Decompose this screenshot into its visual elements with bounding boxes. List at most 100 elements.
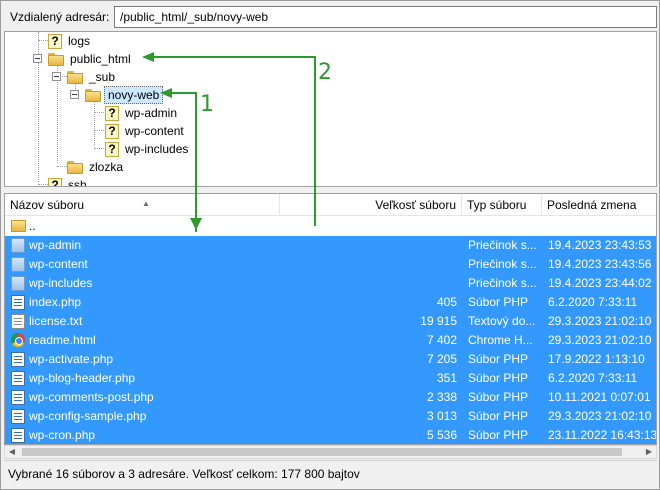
file-type: Priečinok s...	[468, 276, 536, 290]
collapse-toggle-sub[interactable]	[52, 72, 61, 81]
file-size	[283, 255, 457, 274]
tree-connector	[57, 166, 67, 167]
file-row[interactable]: wp-cron.php 5 536 Súbor PHP 23.11.2022 16:4…	[5, 426, 656, 444]
file-type: Priečinok s...	[468, 238, 536, 252]
tree-item-wp-content[interactable]: ? wp-content	[105, 122, 187, 140]
tree-item-novy-web[interactable]: novy-web	[85, 86, 164, 104]
file-row[interactable]: readme.html 7 402 Chrome H... 29.3.2023 21:…	[5, 331, 656, 350]
php-file-icon	[11, 295, 25, 310]
tree-item-logs[interactable]: ? logs	[48, 32, 93, 50]
tree-item-label: zlozka	[89, 160, 124, 174]
file-type: Súbor PHP	[468, 352, 529, 366]
file-name: wp-activate.php	[29, 352, 114, 366]
scrollbar-thumb[interactable]	[22, 448, 622, 456]
file-row[interactable]: license.txt 19 915 Textový do... 29.3.2023 …	[5, 312, 656, 331]
annotation-label-2: 2	[318, 60, 332, 85]
tree-item-public-html[interactable]: public_html	[48, 50, 134, 68]
file-size	[283, 274, 457, 293]
file-modified: 29.3.2023 21:02:10	[548, 409, 652, 423]
file-name: readme.html	[29, 333, 96, 347]
file-name: index.php	[29, 295, 82, 309]
column-header-name[interactable]: Názov súboru ▲	[5, 194, 280, 216]
parent-directory-row[interactable]: ..	[5, 217, 656, 236]
file-modified: 10.11.2021 0:07:01	[548, 390, 651, 404]
file-type: Súbor PHP	[468, 390, 529, 404]
tree-item-label: wp-content	[125, 124, 184, 138]
tree-item-zlozka[interactable]: zlozka	[67, 158, 126, 176]
php-file-icon	[11, 371, 25, 386]
php-file-icon	[11, 409, 25, 424]
tree-item-label: logs	[68, 34, 91, 48]
file-modified: 29.3.2023 21:02:10	[548, 314, 652, 328]
file-name: wp-comments-post.php	[29, 390, 154, 404]
file-type: Súbor PHP	[468, 371, 529, 385]
file-name: wp-admin	[29, 238, 82, 252]
tree-item-sub[interactable]: _sub	[67, 68, 118, 86]
file-modified: 19.4.2023 23:44:02	[548, 276, 652, 290]
folder-up-icon	[11, 220, 26, 232]
file-row[interactable]: wp-blog-header.php 351 Súbor PHP 6.2.2020 7…	[5, 369, 656, 388]
file-row[interactable]: index.php 405 Súbor PHP 6.2.2020 7:33:11	[5, 293, 656, 312]
scroll-right-icon[interactable]: ▶	[642, 446, 656, 458]
remote-file-list: Názov súboru ▲ Veľkosť súboru Typ súboru…	[4, 193, 657, 445]
php-file-icon	[11, 390, 25, 405]
folder-icon	[67, 160, 83, 174]
tree-item-wp-includes[interactable]: ? wp-includes	[105, 140, 191, 158]
file-row[interactable]: wp-content Priečinok s... 19.4.2023 23:43:…	[5, 255, 656, 274]
file-name: wp-blog-header.php	[29, 371, 136, 385]
scroll-left-icon[interactable]: ◀	[5, 446, 19, 458]
tree-connector	[94, 112, 104, 113]
sort-ascending-icon: ▲	[142, 199, 150, 208]
column-header-size[interactable]: Veľkosť súboru	[280, 194, 462, 216]
folder-icon	[85, 88, 101, 102]
tree-item-ssh[interactable]: ? ssh	[48, 176, 90, 186]
folder-icon	[11, 238, 25, 253]
tree-item-wp-admin[interactable]: ? wp-admin	[105, 104, 180, 122]
horizontal-scrollbar[interactable]: ◀ ▶	[4, 445, 657, 459]
collapse-toggle-public-html[interactable]	[33, 54, 42, 63]
file-row[interactable]: wp-comments-post.php 2 338 Súbor PHP 10.11.…	[5, 388, 656, 407]
tree-item-label: wp-includes	[125, 142, 189, 156]
column-header-type-label: Typ súboru	[467, 198, 527, 212]
file-type: Súbor PHP	[468, 428, 529, 442]
file-type: Priečinok s...	[468, 257, 536, 271]
file-size: 351	[436, 371, 457, 385]
file-row[interactable]: wp-includes Priečinok s... 19.4.2023 23:44…	[5, 274, 656, 293]
file-size: 5 536	[426, 428, 457, 442]
file-size: 3 013	[426, 409, 457, 423]
file-type: Chrome H...	[468, 333, 533, 347]
question-folder-icon: ?	[105, 105, 119, 121]
tree-item-label: wp-admin	[125, 106, 178, 120]
column-header-type[interactable]: Typ súboru	[462, 194, 542, 216]
tree-connector	[94, 130, 104, 131]
file-row[interactable]: wp-config-sample.php 3 013 Súbor PHP 29.3.2…	[5, 407, 656, 426]
annotation-label-1: 1	[200, 92, 214, 117]
remote-path-input[interactable]: /public_html/_sub/novy-web	[114, 6, 657, 28]
file-modified: 23.11.2022 16:43:13	[548, 428, 656, 442]
file-size: 405	[436, 295, 457, 309]
file-modified: 6.2.2020 7:33:11	[548, 371, 638, 385]
php-file-icon	[11, 428, 25, 443]
file-type: Súbor PHP	[468, 295, 529, 309]
tree-item-label: public_html	[70, 52, 131, 66]
file-type: Súbor PHP	[468, 409, 529, 423]
column-header-modified[interactable]: Posledná zmena	[542, 194, 656, 216]
folder-icon	[11, 257, 25, 272]
php-file-icon	[11, 352, 25, 367]
file-size: 19 915	[420, 314, 457, 328]
folder-icon	[11, 276, 25, 291]
file-size: 7 205	[426, 352, 457, 366]
chrome-icon	[11, 333, 25, 347]
status-bar: Vybrané 16 súborov a 3 adresáre. Veľkosť…	[4, 460, 657, 486]
file-name: wp-cron.php	[29, 428, 96, 442]
column-header-size-label: Veľkosť súboru	[375, 198, 456, 212]
tree-connector	[38, 40, 48, 41]
file-name: wp-includes	[29, 276, 93, 290]
file-type: Textový do...	[468, 314, 536, 328]
collapse-toggle-novy-web[interactable]	[70, 90, 79, 99]
tree-connector	[94, 148, 104, 149]
folder-icon	[48, 52, 64, 66]
file-row[interactable]: wp-admin Priečinok s... 19.4.2023 23:43:53	[5, 236, 656, 255]
file-row[interactable]: wp-activate.php 7 205 Súbor PHP 17.9.2022 1…	[5, 350, 656, 369]
file-name: ..	[29, 219, 36, 233]
